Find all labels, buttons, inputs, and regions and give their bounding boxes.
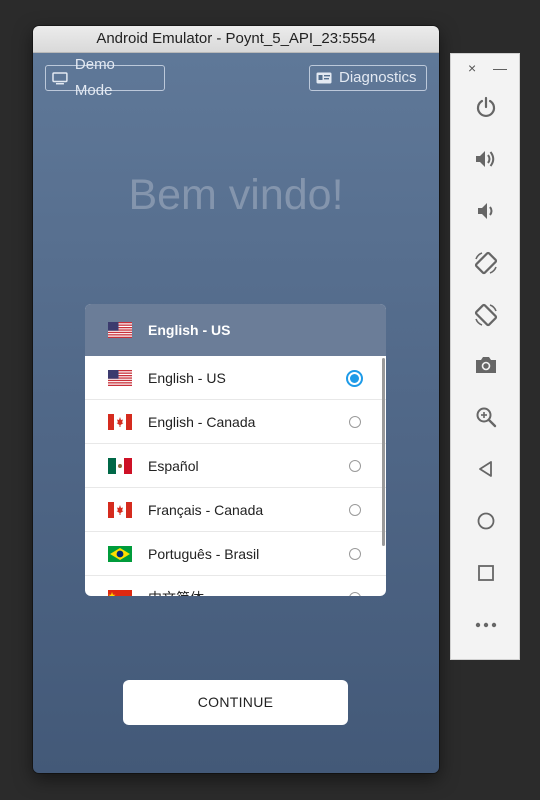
power-icon (476, 96, 496, 118)
volume-down-icon (478, 203, 493, 219)
language-option[interactable]: English - Canada (85, 400, 386, 444)
language-picker: English - US English - US English - Cana… (85, 304, 386, 596)
radio-selected[interactable] (346, 369, 363, 387)
zoom-button[interactable] (471, 402, 501, 432)
language-option[interactable]: Español (85, 444, 386, 488)
volume-up-button[interactable] (471, 144, 501, 174)
more-icon (475, 622, 497, 628)
language-label: English - Canada (148, 413, 256, 430)
language-list[interactable]: English - US English - Canada Español Fr… (85, 356, 386, 596)
window-title: Android Emulator - Poynt_5_API_23:5554 (33, 26, 439, 53)
radio-unselected[interactable] (349, 547, 361, 560)
language-label: 中文简体 (148, 588, 204, 597)
demo-mode-label: Demo Mode (74, 56, 115, 99)
selected-language-header[interactable]: English - US (85, 304, 386, 356)
radio-unselected[interactable] (349, 415, 361, 428)
volume-up-icon (476, 151, 495, 167)
diagnostics-button[interactable]: Diagnostics (309, 65, 427, 91)
home-icon (477, 512, 495, 530)
home-button[interactable] (471, 506, 501, 536)
canada-flag-icon (108, 413, 132, 430)
language-label: English - US (148, 369, 226, 386)
language-option[interactable]: English - US (85, 356, 386, 400)
language-option[interactable]: Français - Canada (85, 488, 386, 532)
rotate-right-icon (474, 303, 498, 327)
rotate-left-button[interactable] (471, 248, 501, 278)
overview-icon (478, 565, 494, 581)
us-flag-icon (108, 369, 132, 386)
back-icon (479, 461, 492, 477)
emulator-toolbar: × — (450, 53, 520, 660)
china-flag-icon (108, 589, 132, 596)
continue-button[interactable]: CONTINUE (123, 680, 348, 725)
radio-unselected[interactable] (349, 459, 361, 472)
canada-flag-icon (108, 501, 132, 518)
more-button[interactable] (471, 610, 501, 640)
language-label: Español (148, 457, 199, 474)
rotate-left-icon (474, 251, 498, 275)
id-card-icon (316, 72, 332, 84)
list-scrollbar[interactable] (382, 358, 385, 546)
language-option[interactable]: 中文简体 (85, 576, 386, 596)
overview-button[interactable] (471, 558, 501, 588)
device-screen: Demo Mode Diagnostics Bem vindo! English… (33, 53, 439, 773)
radio-unselected[interactable] (349, 591, 361, 596)
language-label: Français - Canada (148, 501, 264, 518)
diagnostics-label: Diagnostics (339, 69, 417, 86)
mexico-flag-icon (108, 457, 132, 474)
emulator-window: Android Emulator - Poynt_5_API_23:5554 D… (33, 26, 439, 773)
language-option[interactable]: Português - Brasil (85, 532, 386, 576)
power-button[interactable] (471, 92, 501, 122)
welcome-heading: Bem vindo! (128, 171, 344, 219)
monitor-icon (52, 71, 68, 84)
us-flag-icon (108, 322, 132, 338)
back-button[interactable] (471, 454, 501, 484)
radio-unselected[interactable] (349, 503, 361, 516)
language-label: Português - Brasil (148, 545, 260, 562)
close-toolbar-button[interactable]: × (468, 60, 476, 76)
demo-mode-button[interactable]: Demo Mode (45, 56, 165, 99)
minimize-toolbar-button[interactable]: — (493, 60, 507, 76)
brazil-flag-icon (108, 545, 132, 562)
zoom-icon (476, 407, 497, 428)
volume-down-button[interactable] (471, 196, 501, 226)
screenshot-button[interactable] (471, 350, 501, 380)
rotate-right-button[interactable] (471, 300, 501, 330)
selected-language-label: English - US (148, 322, 231, 338)
camera-icon (476, 357, 496, 373)
